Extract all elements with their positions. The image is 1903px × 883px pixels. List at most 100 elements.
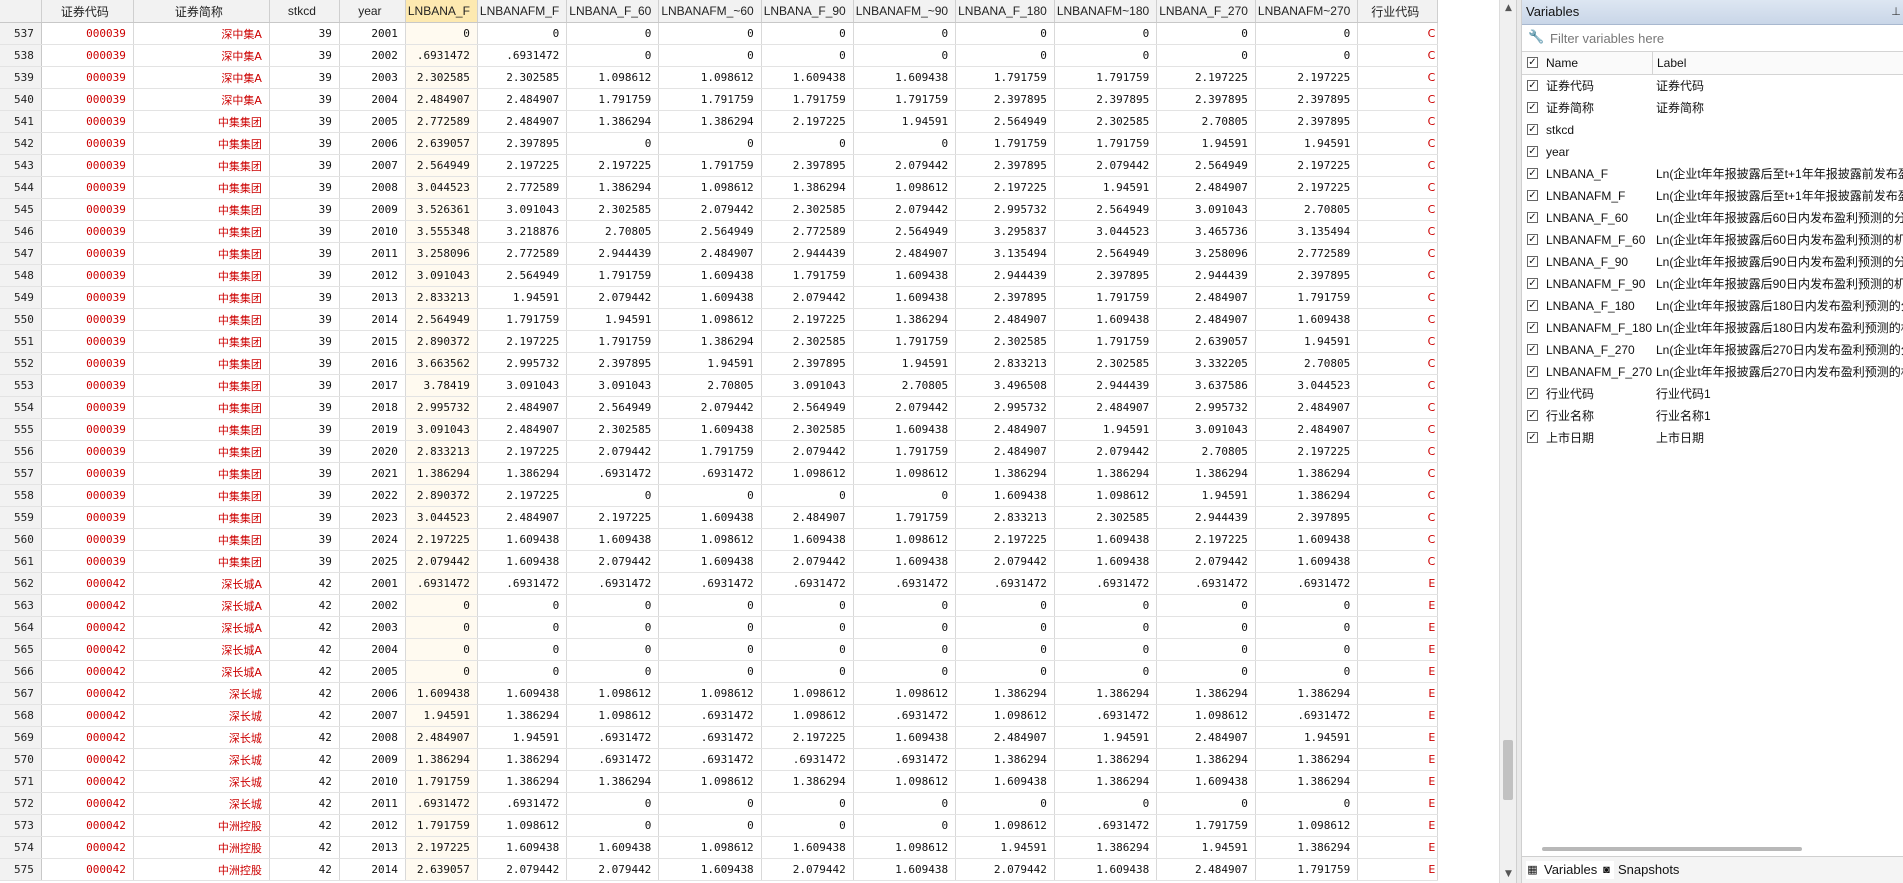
table-cell[interactable]: 1.098612 [566, 704, 660, 727]
table-cell[interactable]: 3.258096 [1156, 242, 1256, 265]
table-cell[interactable]: 1.386294 [566, 770, 660, 793]
variable-checkbox[interactable]: ✓ [1527, 102, 1538, 113]
table-cell[interactable]: 0 [405, 638, 478, 661]
table-cell[interactable]: 39 [269, 550, 340, 573]
table-cell[interactable]: 2.397895 [1255, 264, 1359, 287]
table-cell[interactable]: 1.609438 [477, 528, 568, 551]
table-cell[interactable]: 3.135494 [1255, 220, 1359, 243]
table-cell[interactable]: 2.197225 [405, 528, 478, 551]
table-cell[interactable]: 2019 [339, 418, 406, 441]
table-cell[interactable]: 2.70805 [658, 374, 762, 397]
row-number[interactable]: 547 [0, 242, 42, 265]
row-number[interactable]: 537 [0, 22, 42, 45]
variable-checkbox[interactable]: ✓ [1527, 322, 1538, 333]
table-cell[interactable]: 2.397895 [1156, 88, 1256, 111]
table-cell[interactable]: 1.94591 [566, 308, 660, 331]
table-cell[interactable]: 2014 [339, 858, 406, 881]
table-cell[interactable]: 2.639057 [405, 132, 478, 155]
table-cell[interactable]: 42 [269, 616, 340, 639]
table-cell[interactable]: 1.386294 [955, 748, 1055, 771]
table-cell[interactable]: 2.302585 [566, 418, 660, 441]
table-cell[interactable]: 39 [269, 528, 340, 551]
table-cell[interactable]: 1.791759 [477, 308, 568, 331]
table-cell[interactable]: 1.609438 [853, 858, 957, 881]
row-number[interactable]: 575 [0, 858, 42, 881]
table-cell[interactable]: 2.484907 [477, 396, 568, 419]
table-cell[interactable]: 2.079442 [405, 550, 478, 573]
row-number[interactable]: 567 [0, 682, 42, 705]
table-cell[interactable]: 2.197225 [1255, 66, 1359, 89]
table-cell[interactable]: 0 [955, 594, 1055, 617]
variable-row[interactable]: ✓ LNBANA_F Ln(企业t年年报披露后至t+1年年报披露前发布盈 [1522, 163, 1903, 185]
table-cell[interactable]: 2011 [339, 792, 406, 815]
table-cell[interactable]: 0 [477, 22, 568, 45]
row-number[interactable]: 546 [0, 220, 42, 243]
table-cell[interactable]: 000039 [41, 506, 134, 529]
table-cell[interactable]: 000039 [41, 418, 134, 441]
table-cell[interactable]: 42 [269, 858, 340, 881]
table-cell[interactable]: 2021 [339, 462, 406, 485]
table-cell[interactable]: 2002 [339, 44, 406, 67]
table-cell[interactable]: 1.94591 [1255, 726, 1359, 749]
variable-row[interactable]: ✓ LNBANA_F_180 Ln(企业t年年报披露后180日内发布盈利预测的分 [1522, 295, 1903, 317]
table-cell[interactable]: 0 [658, 44, 762, 67]
table-cell[interactable]: 0 [761, 616, 854, 639]
table-cell[interactable]: 2.079442 [761, 286, 854, 309]
table-cell[interactable]: .6931472 [566, 726, 660, 749]
table-cell[interactable]: .6931472 [1054, 572, 1158, 595]
table-cell[interactable]: 2.079442 [761, 440, 854, 463]
table-cell[interactable]: 3.295837 [955, 220, 1055, 243]
table-cell[interactable]: 中集集团 [133, 396, 270, 419]
table-cell[interactable]: 1.791759 [658, 154, 762, 177]
table-cell[interactable]: 1.609438 [761, 66, 854, 89]
table-cell[interactable]: 1.609438 [761, 528, 854, 551]
table-cell[interactable]: 0 [658, 616, 762, 639]
table-cell[interactable]: 深长城 [133, 682, 270, 705]
table-cell[interactable]: 2.70805 [1156, 110, 1256, 133]
row-number[interactable]: 540 [0, 88, 42, 111]
table-cell[interactable]: E [1357, 858, 1439, 881]
table-cell[interactable]: 3.091043 [477, 374, 568, 397]
table-cell[interactable]: 0 [1255, 616, 1359, 639]
table-cell[interactable]: 1.94591 [1255, 132, 1359, 155]
table-cell[interactable]: 1.791759 [853, 330, 957, 353]
table-cell[interactable]: E [1357, 726, 1439, 749]
table-cell[interactable]: 2.079442 [566, 440, 660, 463]
table-cell[interactable]: C [1357, 352, 1439, 375]
table-cell[interactable]: 2.197225 [761, 308, 854, 331]
table-cell[interactable]: 1.386294 [566, 110, 660, 133]
table-cell[interactable]: C [1357, 418, 1439, 441]
table-cell[interactable]: E [1357, 660, 1439, 683]
variable-checkbox[interactable]: ✓ [1527, 234, 1538, 245]
table-cell[interactable]: 2.70805 [566, 220, 660, 243]
variable-row[interactable]: ✓ LNBANA_F_60 Ln(企业t年年报披露后60日内发布盈利预测的分 [1522, 207, 1903, 229]
table-cell[interactable]: 2.484907 [477, 110, 568, 133]
table-cell[interactable]: 1.098612 [658, 308, 762, 331]
data-editor-grid[interactable]: 证券代码 证券简称 stkcd year LNBANA_F LNBANAFM_F LNBAN… [0, 0, 1516, 883]
table-cell[interactable]: 0 [566, 660, 660, 683]
table-cell[interactable]: 1.791759 [658, 440, 762, 463]
scrollbar-thumb[interactable] [1503, 740, 1513, 800]
table-cell[interactable]: 2022 [339, 484, 406, 507]
table-cell[interactable]: 42 [269, 704, 340, 727]
table-cell[interactable]: 1.098612 [853, 462, 957, 485]
table-cell[interactable]: 中集集团 [133, 264, 270, 287]
table-cell[interactable]: 1.791759 [1156, 814, 1256, 837]
vertical-scrollbar[interactable]: ▲ ▼ [1499, 0, 1516, 883]
table-cell[interactable]: 1.94591 [1054, 726, 1158, 749]
table-cell[interactable]: 39 [269, 88, 340, 111]
table-cell[interactable]: 2.079442 [566, 286, 660, 309]
variable-row[interactable]: ✓ LNBANA_F_90 Ln(企业t年年报披露后90日内发布盈利预测的分 [1522, 251, 1903, 273]
table-cell[interactable]: 0 [1054, 638, 1158, 661]
table-cell[interactable]: 1.386294 [477, 748, 568, 771]
table-cell[interactable]: 1.098612 [477, 814, 568, 837]
table-cell[interactable]: 3.044523 [405, 176, 478, 199]
row-number[interactable]: 560 [0, 528, 42, 551]
table-cell[interactable]: 2.197225 [1255, 440, 1359, 463]
table-cell[interactable]: 0 [658, 638, 762, 661]
table-cell[interactable]: 000039 [41, 132, 134, 155]
table-cell[interactable]: 0 [761, 638, 854, 661]
row-number[interactable]: 573 [0, 814, 42, 837]
variable-checkbox[interactable]: ✓ [1527, 146, 1538, 157]
table-cell[interactable]: 2.197225 [477, 330, 568, 353]
